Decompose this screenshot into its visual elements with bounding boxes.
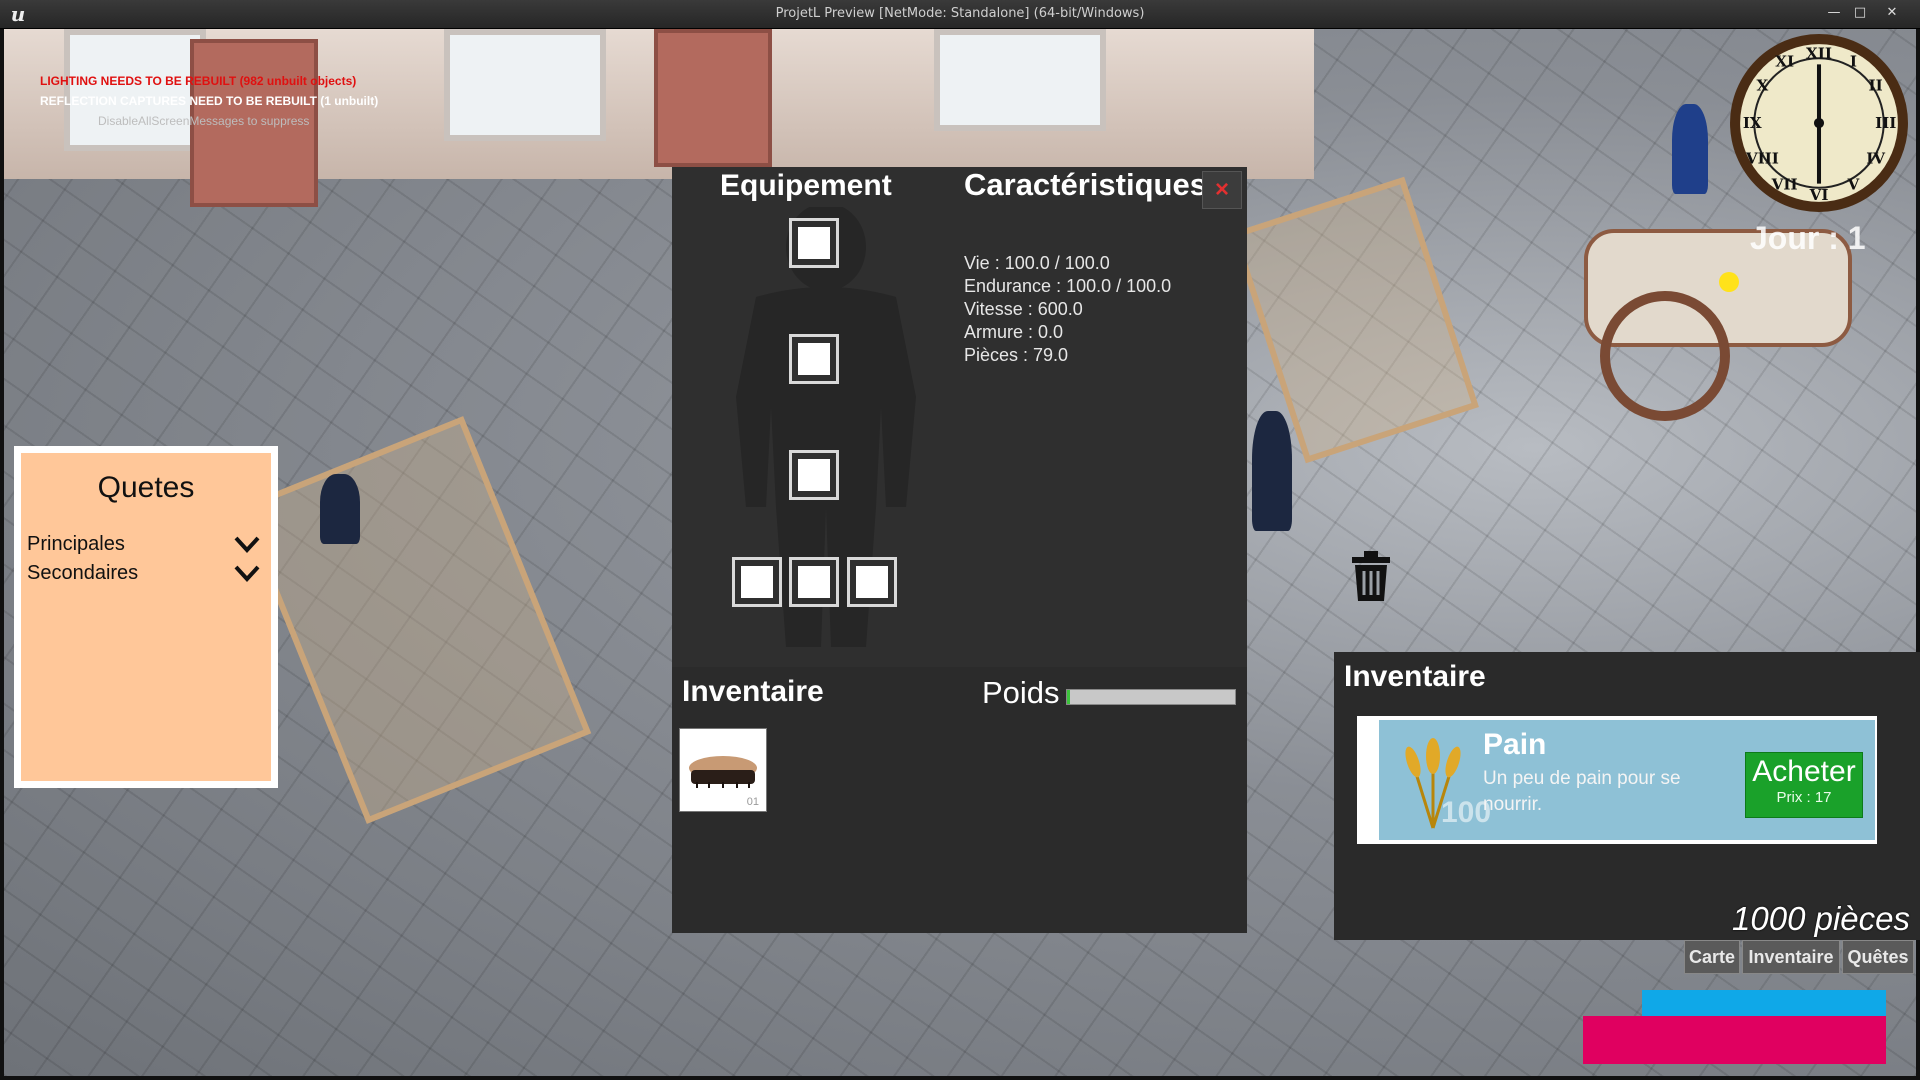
building-door	[654, 29, 772, 167]
quest-category-label: Principales	[27, 533, 125, 555]
svg-text:XI: XI	[1775, 52, 1794, 70]
character-window: Equipement Caractéristiques × Vie : 100.…	[672, 167, 1247, 933]
weight-bar	[1066, 689, 1236, 705]
trash-icon[interactable]	[1348, 551, 1394, 603]
equipment-panel: Equipement Caractéristiques × Vie : 100.…	[672, 167, 1247, 667]
shop-item-card: 100 Pain Un peu de pain pour se nourrir.…	[1357, 716, 1877, 844]
close-icon[interactable]: ✕	[1880, 5, 1904, 21]
svg-text:IX: IX	[1743, 114, 1762, 132]
inventory-slot[interactable]: 01	[679, 728, 767, 812]
debug-message: DisableAllScreenMessages to suppress	[98, 114, 310, 128]
svg-text:X: X	[1756, 77, 1768, 95]
chevron-down-icon[interactable]	[233, 533, 261, 555]
cart-wheel	[1600, 291, 1730, 421]
svg-text:VII: VII	[1771, 176, 1798, 194]
coin-balance: 1000 pièces	[1732, 900, 1910, 937]
svg-text:VI: VI	[1809, 186, 1829, 204]
building-window	[64, 29, 206, 151]
npc-villager[interactable]	[1252, 411, 1292, 531]
buy-button-label: Acheter	[1752, 755, 1856, 788]
quests-panel: Quetes Principales Secondaires	[14, 446, 278, 788]
npc-merchant[interactable]	[320, 474, 360, 544]
building-window	[444, 29, 606, 141]
equipment-slot-legs[interactable]	[789, 450, 839, 500]
game-window: u ProjetL Preview [NetMode: Standalone] …	[0, 0, 1920, 1080]
building-window	[934, 29, 1106, 131]
day-counter: Jour : 1	[1750, 220, 1866, 256]
health-bar	[1583, 1016, 1886, 1064]
window-title: ProjetL Preview [NetMode: Standalone] (6…	[775, 6, 1145, 21]
item-name: Pain	[1483, 728, 1547, 761]
svg-text:II: II	[1869, 77, 1883, 95]
svg-text:III: III	[1875, 114, 1896, 132]
weight-bar-fill	[1067, 690, 1071, 704]
npc-villager[interactable]	[1672, 104, 1708, 194]
maximize-icon[interactable]: □	[1848, 5, 1872, 21]
stat-armor: Armure : 0.0	[964, 322, 1064, 342]
debug-message: REFLECTION CAPTURES NEED TO BE REBUILT (…	[40, 94, 379, 108]
unreal-logo-icon: u	[10, 2, 26, 26]
stat-health: Vie : 100.0 / 100.0	[964, 253, 1110, 273]
svg-text:V: V	[1846, 176, 1859, 194]
stat-stamina: Endurance : 100.0 / 100.0	[964, 276, 1172, 296]
yellow-marker-icon	[1719, 272, 1739, 292]
market-stall	[238, 416, 592, 824]
minimize-icon[interactable]: —	[1822, 5, 1846, 21]
nav-map-button[interactable]: Carte	[1684, 940, 1740, 974]
shop-item-card-body: 100 Pain Un peu de pain pour se nourrir.…	[1379, 720, 1875, 840]
equipment-slot-torso[interactable]	[789, 334, 839, 384]
buy-button[interactable]: Acheter Prix : 17	[1745, 752, 1863, 818]
weight-label: Poids	[982, 675, 1060, 710]
svg-text:XII: XII	[1806, 44, 1832, 62]
item-price: Prix : 17	[1776, 789, 1832, 806]
svg-text:IV: IV	[1866, 149, 1885, 167]
close-button[interactable]: ×	[1202, 171, 1242, 209]
item-description: Un peu de pain pour se nourrir.	[1483, 768, 1681, 815]
svg-text:VIII: VIII	[1745, 149, 1779, 167]
equipment-slot-accessory[interactable]	[789, 557, 839, 607]
clock-icon: XII III IIIIVV VIVIIVIII IXXXI	[1730, 34, 1908, 212]
debug-message: LIGHTING NEEDS TO BE REBUILT (982 unbuil…	[40, 74, 357, 88]
nav-quests-button[interactable]: Quêtes	[1842, 940, 1914, 974]
quest-category-secondary[interactable]: Secondaires	[27, 560, 265, 588]
equipment-slot-accessory[interactable]	[732, 557, 782, 607]
stat-coins: Pièces : 79.0	[964, 345, 1069, 365]
quest-category-main[interactable]: Principales	[27, 531, 265, 559]
equipment-slot-accessory[interactable]	[847, 557, 897, 607]
stat-speed: Vitesse : 600.0	[964, 299, 1083, 319]
quests-title: Quetes	[97, 471, 195, 504]
equipment-slot-head[interactable]	[789, 218, 839, 268]
inventory-title: Inventaire	[682, 675, 824, 708]
chevron-down-icon[interactable]	[233, 562, 261, 584]
title-bar: u ProjetL Preview [NetMode: Standalone] …	[0, 0, 1920, 29]
equipment-title: Equipement	[720, 169, 892, 202]
item-quantity: 01	[746, 796, 759, 808]
shop-panel: Inventaire 100 Pain Un peu de pain pour …	[1334, 652, 1920, 940]
player-inventory-panel: Inventaire Poids 01	[672, 667, 1247, 933]
quest-category-label: Secondaires	[27, 562, 139, 584]
svg-text:I: I	[1850, 52, 1857, 70]
characteristics-title: Caractéristiques	[964, 167, 1207, 202]
shop-title: Inventaire	[1344, 660, 1486, 693]
nav-inventory-button[interactable]: Inventaire	[1742, 940, 1840, 974]
